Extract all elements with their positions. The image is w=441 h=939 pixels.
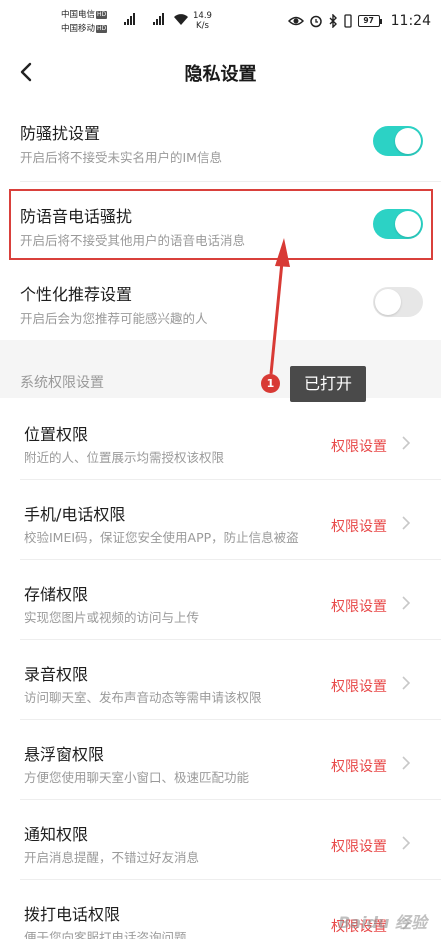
watermark: Baidu 经验 <box>338 913 427 932</box>
row-title: 位置权限 <box>24 425 89 444</box>
row-title: 存储权限 <box>24 585 89 604</box>
permission-settings-link[interactable]: 权限设置 <box>331 676 387 696</box>
row-desc: 附近的人、位置展示均需授权该权限 <box>24 450 225 465</box>
highlight-box <box>9 189 433 260</box>
eye-icon <box>287 16 304 26</box>
row-desc: 校验IMEI码，保证您安全使用APP，防止信息被盗 <box>24 530 299 545</box>
bluetooth-icon <box>329 14 337 28</box>
signal-icon <box>153 13 164 25</box>
personalized-toggle[interactable] <box>373 287 423 317</box>
header: 隐私设置 <box>0 50 441 94</box>
section-header: 系统权限设置 <box>0 340 441 398</box>
permission-row-overlay[interactable]: 悬浮窗权限 方便您使用聊天室小窗口、极速匹配功能 权限设置 <box>0 720 441 800</box>
permission-settings-link[interactable]: 权限设置 <box>331 516 387 536</box>
row-desc: 开启后会为您推荐可能感兴趣的人 <box>20 311 208 326</box>
permission-row-phone[interactable]: 手机/电话权限 校验IMEI码，保证您安全使用APP，防止信息被盗 权限设置 <box>0 480 441 560</box>
chevron-right-icon <box>402 756 411 770</box>
permission-row-location[interactable]: 位置权限 附近的人、位置展示均需授权该权限 权限设置 <box>0 400 441 480</box>
vibrate-icon <box>343 14 352 28</box>
row-title: 通知权限 <box>24 825 89 844</box>
annotation-arrow-icon <box>269 238 290 375</box>
permission-settings-link[interactable]: 权限设置 <box>331 436 387 456</box>
anti-harassment-toggle[interactable] <box>373 126 423 156</box>
row-desc: 开启消息提醒，不错过好友消息 <box>24 850 200 865</box>
chevron-right-icon <box>402 516 411 530</box>
permission-settings-link[interactable]: 权限设置 <box>331 756 387 776</box>
alarm-icon <box>309 15 322 28</box>
row-title: 悬浮窗权限 <box>24 745 105 764</box>
permission-row-recording[interactable]: 录音权限 访问聊天室、发布声音动态等需申请该权限 权限设置 <box>0 640 441 720</box>
chevron-right-icon <box>402 836 411 850</box>
row-title: 个性化推荐设置 <box>20 285 133 304</box>
battery-icon: 97 <box>357 15 382 27</box>
carrier-2: 中国移动 HD <box>61 24 108 34</box>
row-title: 防骚扰设置 <box>20 124 101 143</box>
chevron-right-icon <box>402 436 411 450</box>
chevron-right-icon <box>402 596 411 610</box>
row-title: 手机/电话权限 <box>24 505 126 524</box>
permission-row-notification[interactable]: 通知权限 开启消息提醒，不错过好友消息 权限设置 <box>0 800 441 880</box>
section-label: 系统权限设置 <box>20 375 104 391</box>
row-title: 拨打电话权限 <box>24 905 121 924</box>
toggle-row-anti-harassment: 防骚扰设置 开启后将不接受未实名用户的IM信息 <box>0 110 441 172</box>
net-speed: 14.9 K/s <box>193 11 212 31</box>
row-title: 录音权限 <box>24 665 89 684</box>
annotation-tooltip: 已打开 <box>290 366 366 402</box>
row-desc: 开启后将不接受未实名用户的IM信息 <box>20 150 222 165</box>
permission-settings-link[interactable]: 权限设置 <box>331 596 387 616</box>
clock: 11:24 <box>390 13 431 29</box>
page-title: 隐私设置 <box>184 64 257 85</box>
row-desc: 实现您图片或视频的访问与上传 <box>24 610 200 625</box>
row-desc: 访问聊天室、发布声音动态等需申请该权限 <box>24 690 262 705</box>
annotation-badge: 1 <box>261 374 280 393</box>
toggle-row-personalized: 个性化推荐设置 开启后会为您推荐可能感兴趣的人 <box>0 271 441 333</box>
carrier-1: 中国电信 HD <box>61 10 108 20</box>
row-desc: 方便您使用聊天室小窗口、极速匹配功能 <box>24 770 250 785</box>
chevron-right-icon <box>402 676 411 690</box>
divider <box>20 181 441 182</box>
permission-settings-link[interactable]: 权限设置 <box>331 836 387 856</box>
status-bar: 中国电信 HD 中国移动 HD 14.9 K/s 97 11:24 <box>0 0 441 42</box>
wifi-icon <box>174 14 188 25</box>
signal-icon <box>124 13 135 25</box>
permission-row-storage[interactable]: 存储权限 实现您图片或视频的访问与上传 权限设置 <box>0 560 441 640</box>
row-desc: 便于您向客服打电话咨询问题 <box>24 930 187 939</box>
